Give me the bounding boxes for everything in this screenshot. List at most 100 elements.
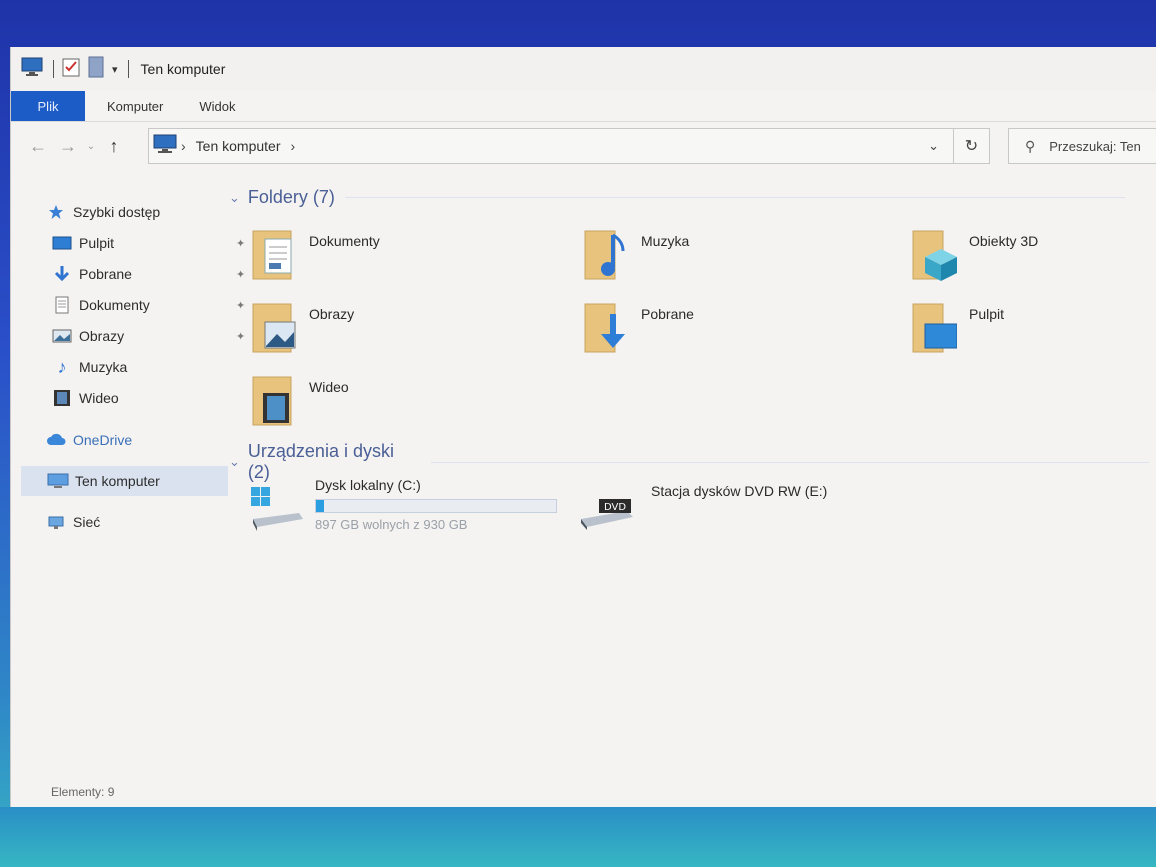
3d-objects-folder-icon <box>912 230 957 281</box>
star-icon <box>45 203 67 221</box>
address-dropdown-icon[interactable]: ⌄ <box>928 138 939 154</box>
sidebar-item-wideo[interactable]: Wideo <box>51 383 258 413</box>
cloud-icon <box>45 431 67 449</box>
drive-item-local-c[interactable]: Dysk lokalny (C:) 897 GB wolnych z 930 G… <box>251 477 571 537</box>
folders-section-header[interactable]: ⌄ Foldery (7) <box>229 187 1149 208</box>
folder-item-pobrane[interactable]: Pobrane <box>583 300 883 360</box>
breadcrumb-chevron-icon[interactable]: › <box>291 138 296 154</box>
downloads-folder-icon <box>584 303 625 353</box>
drive-usage-fill <box>316 500 325 512</box>
tab-komputer[interactable]: Komputer <box>89 91 181 121</box>
computer-icon <box>47 472 69 490</box>
sidebar-item-label: Wideo <box>79 390 119 406</box>
sidebar-item-label: Pobrane <box>79 266 132 282</box>
documents-folder-icon <box>252 230 292 280</box>
recent-locations-chevron-icon[interactable]: ⌄ <box>83 141 99 152</box>
videos-folder-icon <box>252 376 292 426</box>
sidebar-item-label: Sieć <box>73 514 101 530</box>
sidebar-item-label: Pulpit <box>79 235 115 251</box>
folder-name: Muzyka <box>641 233 690 249</box>
pictures-icon <box>51 327 73 345</box>
section-title: Foldery (7) <box>247 187 335 207</box>
divider <box>344 197 1125 198</box>
title-bar: ▾ Ten komputer <box>11 47 1156 91</box>
navigation-pane: Szybki dostęp Pulpit ✦ Pobrane ✦ Dokumen… <box>11 187 245 787</box>
document-icon <box>51 296 73 314</box>
sidebar-item-label: Ten komputer <box>75 473 160 489</box>
search-placeholder: Przeszukaj: Ten <box>1049 138 1141 154</box>
refresh-icon[interactable]: ↻ <box>954 128 990 164</box>
folder-item-obiekty-3d[interactable]: Obiekty 3D <box>911 227 1156 287</box>
separator <box>53 60 54 78</box>
pin-icon[interactable]: ✦ <box>236 237 245 250</box>
folder-name: Pulpit <box>969 306 1005 322</box>
windows-drive-icon <box>251 487 303 531</box>
tab-widok[interactable]: Widok <box>181 91 253 121</box>
ribbon-tabs: Plik Komputer Widok <box>11 91 1156 122</box>
folder-name: Wideo <box>309 379 349 395</box>
computer-icon <box>153 134 177 159</box>
sidebar-item-onedrive[interactable]: OneDrive <box>45 425 252 455</box>
collapse-chevron-icon[interactable]: ⌄ <box>229 454 240 470</box>
folder-name: Obrazy <box>309 306 355 322</box>
collapse-chevron-icon[interactable]: ⌄ <box>229 190 240 206</box>
desktop-icon <box>51 234 73 252</box>
status-bar-item-count: Elementy: 9 <box>51 785 115 799</box>
file-explorer-window: ▾ Ten komputer Plik Komputer Widok ← → ⌄… <box>10 47 1156 807</box>
music-folder-icon <box>584 230 625 280</box>
separator <box>127 60 129 78</box>
pin-icon[interactable]: ✦ <box>236 330 245 343</box>
pictures-folder-icon <box>252 303 296 353</box>
forward-arrow-icon[interactable]: → <box>53 136 83 157</box>
desktop-background <box>0 807 1156 867</box>
folder-item-muzyka[interactable]: Muzyka <box>583 227 883 287</box>
sidebar-item-muzyka[interactable]: ♪ Muzyka <box>51 352 258 382</box>
tab-plik[interactable]: Plik <box>11 91 85 121</box>
folder-name: Dokumenty <box>309 233 380 249</box>
breadcrumb-chevron-icon[interactable]: › <box>181 138 186 154</box>
sidebar-item-network[interactable]: Sieć <box>45 507 252 537</box>
sidebar-item-dokumenty[interactable]: Dokumenty ✦ <box>51 290 258 320</box>
sidebar-item-pulpit[interactable]: Pulpit ✦ <box>51 228 258 258</box>
sidebar-item-label: Obrazy <box>79 328 125 344</box>
folder-name: Pobrane <box>641 306 694 322</box>
sidebar-item-pobrane[interactable]: Pobrane ✦ <box>51 259 258 289</box>
breadcrumb-item[interactable]: Ten komputer <box>196 138 281 154</box>
up-arrow-icon[interactable]: ↑ <box>99 136 129 157</box>
sidebar-item-label: Dokumenty <box>79 297 150 313</box>
search-icon: ⚲ <box>1025 137 1036 154</box>
pin-icon[interactable]: ✦ <box>236 299 245 312</box>
address-bar[interactable]: › Ten komputer › ⌄ <box>148 128 954 164</box>
pin-icon[interactable]: ✦ <box>236 268 245 281</box>
new-folder-icon[interactable] <box>88 56 104 83</box>
sidebar-item-obrazy[interactable]: Obrazy ✦ <box>51 321 258 351</box>
folder-item-dokumenty[interactable]: Dokumenty <box>251 227 551 287</box>
sidebar-item-label: OneDrive <box>73 432 133 448</box>
music-icon: ♪ <box>57 356 67 377</box>
folder-item-pulpit[interactable]: Pulpit <box>911 300 1156 360</box>
sidebar-item-label: Szybki dostęp <box>73 204 161 220</box>
folder-item-wideo[interactable]: Wideo <box>251 373 551 433</box>
window-title: Ten komputer <box>140 61 226 77</box>
sidebar-item-label: Muzyka <box>79 359 128 375</box>
navigation-bar: ← → ⌄ ↑ › Ten komputer › ⌄ ↻ ⚲ Przeszuka… <box>11 122 1156 170</box>
drive-free-space: 897 GB wolnych z 930 GB <box>315 517 468 532</box>
drive-item-dvd-e[interactable]: DVD Stacja dysków DVD RW (E:) <box>579 477 899 537</box>
dvd-drive-icon: DVD <box>581 499 633 530</box>
drive-name: Stacja dysków DVD RW (E:) <box>651 483 828 499</box>
dvd-badge: DVD <box>604 502 626 513</box>
properties-icon[interactable] <box>62 57 80 82</box>
back-arrow-icon[interactable]: ← <box>23 136 53 157</box>
drive-usage-bar <box>315 499 557 513</box>
download-icon <box>51 265 73 283</box>
folder-item-obrazy[interactable]: Obrazy <box>251 300 551 360</box>
computer-icon <box>21 57 43 82</box>
folder-name: Obiekty 3D <box>969 233 1039 249</box>
video-icon <box>51 389 73 407</box>
search-input[interactable]: ⚲ Przeszukaj: Ten <box>1008 128 1156 164</box>
customize-toolbar-icon[interactable]: ▾ <box>112 63 118 76</box>
drive-name: Dysk lokalny (C:) <box>315 477 421 493</box>
sidebar-item-this-pc[interactable]: Ten komputer <box>21 466 228 496</box>
divider <box>430 461 1149 463</box>
sidebar-item-quick-access[interactable]: Szybki dostęp <box>45 197 252 227</box>
